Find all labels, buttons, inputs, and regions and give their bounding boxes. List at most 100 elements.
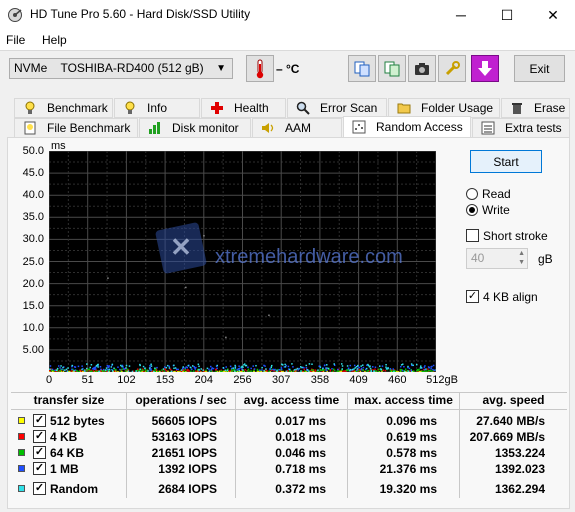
- data-point: [180, 369, 183, 371]
- data-point: [288, 370, 291, 372]
- series-color-swatch: [18, 417, 25, 424]
- tab-benchmark[interactable]: Benchmark: [14, 98, 113, 118]
- write-radio[interactable]: [466, 204, 478, 216]
- row-transfer-size: 64 KB: [50, 446, 85, 460]
- data-point: [371, 366, 374, 368]
- data-point: [292, 366, 294, 368]
- data-point: [404, 368, 407, 370]
- options-button[interactable]: [438, 55, 466, 82]
- folder-icon: [397, 103, 411, 114]
- table-header-divider: [11, 409, 567, 410]
- temperature-button[interactable]: [246, 55, 274, 82]
- x-tick-label: 51: [81, 374, 94, 386]
- data-point: [331, 370, 334, 372]
- align-checkbox[interactable]: ✓: [466, 290, 479, 303]
- data-point: [186, 369, 189, 372]
- data-point: [210, 369, 213, 371]
- data-point: [374, 368, 376, 370]
- tab-file-benchmark[interactable]: File Benchmark: [14, 118, 138, 138]
- minimize-button[interactable]: ─: [438, 0, 484, 30]
- data-point: [49, 365, 52, 367]
- tab-folder-usage[interactable]: Folder Usage: [388, 98, 500, 118]
- data-point: [119, 368, 121, 371]
- spinner-arrows-icon[interactable]: ▲ ▼: [518, 249, 525, 267]
- series-visible-checkbox[interactable]: ✓: [33, 414, 46, 427]
- data-point: [165, 369, 168, 372]
- start-button[interactable]: Start: [470, 150, 542, 173]
- series-visible-checkbox[interactable]: ✓: [33, 482, 46, 495]
- data-point: [346, 369, 348, 371]
- data-point: [186, 366, 188, 369]
- series-visible-checkbox[interactable]: ✓: [33, 446, 46, 459]
- table-row: ✓ 4 KB 53163 IOPS 0.018 ms 0.619 ms 207.669 M…: [0, 429, 575, 445]
- data-point: [224, 369, 227, 372]
- data-point: [310, 369, 313, 372]
- data-point: [401, 363, 404, 365]
- data-point: [418, 370, 421, 372]
- data-point: [150, 363, 152, 366]
- row-avg-speed: 1353.224: [494, 446, 545, 460]
- data-point: [101, 369, 104, 372]
- tab-info[interactable]: Info: [114, 98, 200, 118]
- data-point: [377, 370, 380, 372]
- menu-help[interactable]: Help: [42, 33, 67, 47]
- save-button[interactable]: [471, 55, 499, 82]
- data-point: [327, 367, 330, 370]
- tab-erase[interactable]: Erase: [501, 98, 570, 118]
- data-point: [389, 368, 392, 370]
- data-point: [247, 366, 249, 369]
- close-icon: ✕: [547, 6, 559, 23]
- close-button[interactable]: ✕: [530, 0, 575, 30]
- copy-button[interactable]: [348, 55, 376, 82]
- col-header-max-access: max. access time: [354, 393, 453, 407]
- data-point: [94, 370, 97, 372]
- series-visible-checkbox[interactable]: ✓: [33, 430, 46, 443]
- data-point: [318, 370, 320, 372]
- data-point: [238, 369, 240, 372]
- screenshot-button[interactable]: [408, 55, 436, 82]
- data-point: [430, 369, 432, 372]
- x-tick-label: 102: [117, 374, 136, 386]
- y-tick-label: 25.0: [22, 255, 44, 268]
- data-point: [139, 368, 141, 370]
- data-point: [106, 368, 109, 371]
- tab-disk-monitor[interactable]: Disk monitor: [139, 118, 251, 138]
- data-point: [409, 370, 411, 372]
- data-point: [379, 368, 382, 370]
- data-point: [362, 369, 364, 372]
- series-visible-checkbox[interactable]: ✓: [33, 462, 46, 475]
- tab-health[interactable]: Health: [201, 98, 286, 118]
- data-point: [105, 367, 108, 369]
- maximize-button[interactable]: ☐: [484, 0, 530, 30]
- data-point: [121, 365, 123, 368]
- data-point: [211, 367, 213, 369]
- data-point: [161, 369, 163, 371]
- col-header-avg-access: avg. access time: [243, 393, 340, 407]
- tab-error-scan[interactable]: Error Scan: [287, 98, 387, 118]
- data-point: [232, 369, 235, 372]
- drive-select[interactable]: NVMe TOSHIBA-RD400 (512 gB) ▼: [9, 58, 233, 79]
- data-point: [234, 370, 236, 372]
- data-point: [333, 363, 335, 365]
- data-point: [185, 370, 187, 372]
- data-point: [191, 365, 194, 367]
- exit-button[interactable]: Exit: [514, 55, 565, 82]
- x-tick-label: 153: [155, 374, 175, 386]
- tab-random-access[interactable]: Random Access: [343, 116, 471, 138]
- magnifier-icon: [296, 101, 310, 115]
- row-transfer-size: 1 MB: [50, 462, 79, 476]
- data-point: [242, 369, 244, 371]
- data-point: [389, 370, 392, 372]
- row-max-access: 21.376 ms: [379, 462, 437, 476]
- outlier-point: [268, 314, 270, 317]
- short-stroke-size-input[interactable]: 40 ▲ ▼: [466, 248, 528, 269]
- read-radio[interactable]: [466, 188, 478, 200]
- tab-aam[interactable]: AAM: [252, 118, 342, 138]
- menu-file[interactable]: File: [6, 33, 25, 47]
- tab-extra-tests[interactable]: Extra tests: [472, 118, 570, 138]
- data-point: [200, 368, 203, 370]
- copy-all-button[interactable]: [378, 55, 406, 82]
- short-stroke-checkbox[interactable]: [466, 229, 479, 242]
- data-point: [423, 368, 426, 371]
- short-stroke-value: 40: [471, 251, 485, 265]
